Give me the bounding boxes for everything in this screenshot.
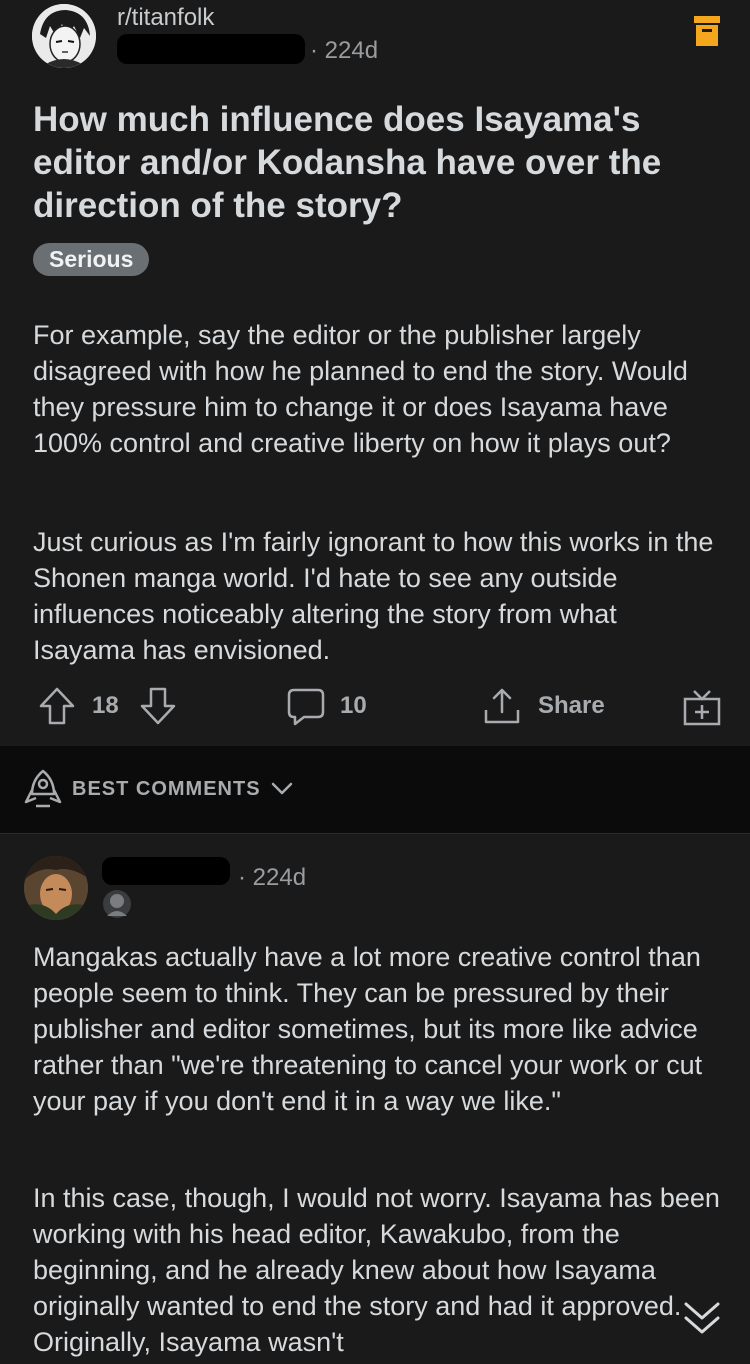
subreddit-avatar[interactable] xyxy=(32,4,96,68)
comment-paragraph: In this case, though, I would not worry.… xyxy=(33,1183,720,1357)
sort-label: BEST COMMENTS xyxy=(72,777,261,800)
post-title[interactable]: How much influence does Isayama's editor… xyxy=(33,98,723,227)
post-card: r/titanfolk · 224d How much influence do… xyxy=(0,0,750,746)
share-icon xyxy=(484,688,520,724)
award-icon[interactable] xyxy=(682,687,722,727)
rocket-icon xyxy=(24,769,62,808)
collapse-chevron-icon[interactable] xyxy=(680,1296,724,1340)
comments-button[interactable]: 10 xyxy=(286,686,367,726)
post-body-paragraph: For example, say the editor or the publi… xyxy=(33,320,688,458)
vote-count: 18 xyxy=(92,692,119,719)
chevron-down-icon xyxy=(271,782,292,795)
comment-age: · 224d xyxy=(238,864,307,891)
vote-control: 18 xyxy=(38,686,177,726)
redacted-username xyxy=(117,34,305,64)
post-age: · 224d xyxy=(310,37,379,64)
comment-age-value: 224d xyxy=(252,864,307,891)
downvote-icon[interactable] xyxy=(139,686,177,726)
post-body-paragraph: Just curious as I'm fairly ignorant to h… xyxy=(33,527,714,665)
share-label: Share xyxy=(538,692,605,719)
user-flair-icon xyxy=(103,890,131,918)
upvote-icon[interactable] xyxy=(38,686,76,726)
redacted-username xyxy=(102,857,230,885)
archive-icon xyxy=(694,16,720,46)
flair-badge[interactable]: Serious xyxy=(33,243,150,276)
sort-dropdown[interactable]: BEST COMMENTS xyxy=(24,768,293,810)
share-button[interactable]: Share xyxy=(482,686,605,726)
commenter-avatar[interactable] xyxy=(24,856,88,920)
comment-count: 10 xyxy=(340,692,367,719)
comment-icon xyxy=(287,688,325,726)
comment-paragraph: Mangakas actually have a lot more creati… xyxy=(33,942,703,1116)
subreddit-name[interactable]: r/titanfolk xyxy=(117,4,214,32)
post-age-value: 224d xyxy=(324,37,379,64)
